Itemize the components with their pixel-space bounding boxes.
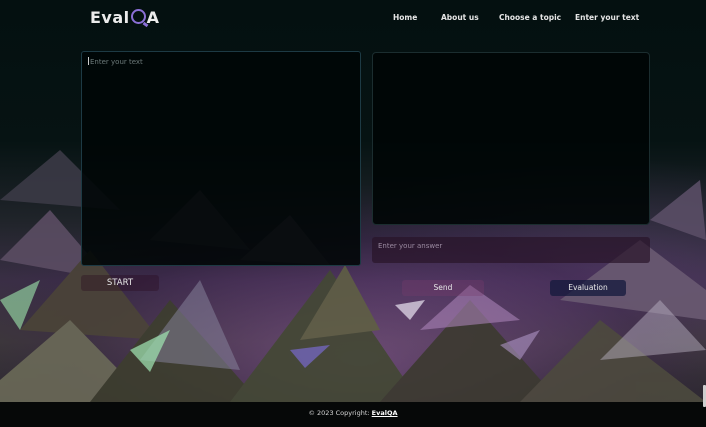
start-button[interactable]: START (81, 275, 159, 291)
text-caret (88, 57, 89, 65)
send-button[interactable]: Send (402, 280, 484, 296)
evalqa-logo[interactable]: Eval A (90, 8, 160, 27)
copyright-text: © 2023 Copyright: (308, 409, 372, 417)
nav-choose-topic[interactable]: Choose a topic (499, 13, 561, 22)
evaluation-button[interactable]: Evaluation (550, 280, 626, 296)
text-input-placeholder: Enter your text (90, 58, 143, 66)
answer-input[interactable]: Enter your answer (372, 237, 650, 263)
answer-input-placeholder: Enter your answer (378, 242, 443, 250)
copyright-footer: © 2023 Copyright: EvalQA (0, 409, 706, 417)
nav-about-us[interactable]: About us (441, 13, 479, 22)
text-input-area[interactable]: Enter your text (81, 51, 361, 266)
nav-home[interactable]: Home (393, 13, 417, 22)
logo-text-prefix: Eval (90, 8, 130, 27)
nav-enter-text[interactable]: Enter your text (575, 13, 639, 22)
speech-bubble-q-icon (130, 9, 146, 24)
question-output-panel (372, 52, 650, 225)
copyright-link[interactable]: EvalQA (372, 409, 398, 417)
